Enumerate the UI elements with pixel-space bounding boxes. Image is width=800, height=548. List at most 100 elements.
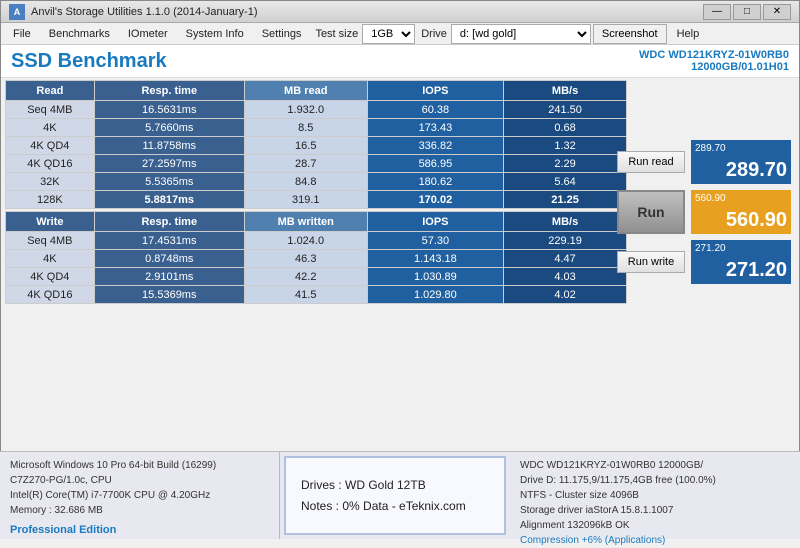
- mbwritten-col-header: MB written: [244, 212, 367, 232]
- table-row: 4K QD16 27.2597ms 28.7 586.95 2.29: [6, 155, 627, 173]
- drive-group: Drive d: [wd gold]: [421, 24, 591, 44]
- row-iops: 336.82: [367, 137, 503, 155]
- menu-iometer[interactable]: IOmeter: [120, 24, 176, 44]
- row-mbs: 4.03: [504, 268, 627, 286]
- menu-file[interactable]: File: [5, 24, 39, 44]
- row-resp: 5.7660ms: [94, 119, 244, 137]
- app-icon: A: [9, 4, 25, 20]
- close-button[interactable]: ✕: [763, 4, 791, 20]
- row-label: Seq 4MB: [6, 101, 95, 119]
- sys-cpu-model: C7Z270-PG/1.0c, CPU: [10, 473, 269, 488]
- bottom-system-info: Microsoft Windows 10 Pro 64-bit Build (1…: [0, 452, 280, 539]
- mbread-col-header: MB read: [244, 81, 367, 101]
- mbs-write-col-header: MB/s: [504, 212, 627, 232]
- iops-col-header: IOPS: [367, 81, 503, 101]
- row-mb: 41.5: [244, 286, 367, 304]
- row-resp: 0.8748ms: [94, 250, 244, 268]
- professional-label: Professional Edition: [10, 522, 269, 539]
- screenshot-button[interactable]: Screenshot: [593, 24, 667, 44]
- drive-info: WDC WD121KRYZ-01W0RB0 12000GB/01.01H01: [639, 49, 789, 73]
- run-write-button[interactable]: Run write: [617, 251, 685, 273]
- run-score-row: Run 560.90 560.90: [617, 190, 791, 234]
- row-resp: 5.8817ms: [94, 191, 244, 209]
- test-size-select[interactable]: 1GB: [362, 24, 415, 44]
- fs-info: NTFS - Cluster size 4096B: [520, 488, 790, 503]
- row-resp: 17.4531ms: [94, 232, 244, 250]
- row-resp: 11.8758ms: [94, 137, 244, 155]
- row-mb: 84.8: [244, 173, 367, 191]
- title-bar: A Anvil's Storage Utilities 1.1.0 (2014-…: [1, 1, 799, 23]
- row-mbs: 5.64: [504, 173, 627, 191]
- row-iops: 1.143.18: [367, 250, 503, 268]
- table-row: Seq 4MB 17.4531ms 1.024.0 57.30 229.19: [6, 232, 627, 250]
- window-title: Anvil's Storage Utilities 1.1.0 (2014-Ja…: [31, 6, 257, 18]
- menu-help[interactable]: Help: [669, 24, 708, 44]
- menu-benchmarks[interactable]: Benchmarks: [41, 24, 118, 44]
- row-iops: 180.62: [367, 173, 503, 191]
- menu-bar: File Benchmarks IOmeter System Info Sett…: [1, 23, 799, 45]
- alignment-info: Alignment 132096kB OK: [520, 518, 790, 533]
- drive-select[interactable]: d: [wd gold]: [451, 24, 591, 44]
- row-label: 4K: [6, 250, 95, 268]
- row-label: 4K QD4: [6, 137, 95, 155]
- scores-and-buttons-panel: Run read 289.70 289.70 Run 560.90 560.90…: [617, 80, 791, 284]
- row-resp: 2.9101ms: [94, 268, 244, 286]
- row-resp: 27.2597ms: [94, 155, 244, 173]
- row-mbs: 4.02: [504, 286, 627, 304]
- row-mbs: 4.47: [504, 250, 627, 268]
- read-table: Read Resp. time MB read IOPS MB/s Seq 4M…: [5, 80, 627, 209]
- storage-driver-info: Storage driver iaStorA 15.8.1.1007: [520, 503, 790, 518]
- row-label: 4K QD16: [6, 286, 95, 304]
- write-col-header: Write: [6, 212, 95, 232]
- row-mb: 46.3: [244, 250, 367, 268]
- read-score-box: 289.70 289.70: [691, 140, 791, 184]
- read-header-row: Read Resp. time MB read IOPS MB/s: [6, 81, 627, 101]
- row-mbs: 1.32: [504, 137, 627, 155]
- read-score-row: Run read 289.70 289.70: [617, 140, 791, 184]
- bottom-notes: Drives : WD Gold 12TB Notes : 0% Data - …: [284, 456, 506, 535]
- row-iops: 173.43: [367, 119, 503, 137]
- write-score-value: 271.20: [726, 259, 787, 282]
- table-row: 4K 5.7660ms 8.5 173.43 0.68: [6, 119, 627, 137]
- table-row: 4K QD16 15.5369ms 41.5 1.029.80 4.02: [6, 286, 627, 304]
- row-label: 4K QD16: [6, 155, 95, 173]
- total-score-label: 560.90: [695, 193, 726, 204]
- maximize-button[interactable]: □: [733, 4, 761, 20]
- drive-info-line1: WDC WD121KRYZ-01W0RB0: [639, 49, 789, 61]
- row-iops: 170.02: [367, 191, 503, 209]
- notes-text: Notes : 0% Data - eTeknix.com: [301, 496, 489, 516]
- run-read-button[interactable]: Run read: [617, 151, 685, 173]
- write-header-row: Write Resp. time MB written IOPS MB/s: [6, 212, 627, 232]
- row-iops: 1.029.80: [367, 286, 503, 304]
- row-resp: 15.5369ms: [94, 286, 244, 304]
- drive-space-info: Drive D: 11.175,9/11.175,4GB free (100.0…: [520, 473, 790, 488]
- menu-settings[interactable]: Settings: [254, 24, 310, 44]
- row-mb: 319.1: [244, 191, 367, 209]
- sys-memory: Memory : 32.686 MB: [10, 503, 269, 518]
- menu-system-info[interactable]: System Info: [178, 24, 252, 44]
- total-score-value: 560.90: [726, 209, 787, 232]
- row-mb: 28.7: [244, 155, 367, 173]
- bottom-bar: Microsoft Windows 10 Pro 64-bit Build (1…: [0, 451, 800, 539]
- compression-info: Compression +6% (Applications): [520, 533, 790, 548]
- drives-note: Drives : WD Gold 12TB: [301, 475, 489, 495]
- ssd-title: SSD Benchmark: [11, 50, 167, 73]
- row-mbs: 241.50: [504, 101, 627, 119]
- read-col-header: Read: [6, 81, 95, 101]
- read-score-label: 289.70: [695, 143, 726, 154]
- content-area: Read Resp. time MB read IOPS MB/s Seq 4M…: [1, 78, 799, 515]
- row-mbs: 0.68: [504, 119, 627, 137]
- mbs-col-header: MB/s: [504, 81, 627, 101]
- drive-model-info: WDC WD121KRYZ-01W0RB0 12000GB/: [520, 458, 790, 473]
- table-row: 32K 5.5365ms 84.8 180.62 5.64: [6, 173, 627, 191]
- minimize-button[interactable]: —: [703, 4, 731, 20]
- sys-cpu-detail: Intel(R) Core(TM) i7-7700K CPU @ 4.20GHz: [10, 488, 269, 503]
- row-mbs: 229.19: [504, 232, 627, 250]
- row-iops: 586.95: [367, 155, 503, 173]
- run-button[interactable]: Run: [617, 190, 685, 234]
- row-resp: 5.5365ms: [94, 173, 244, 191]
- row-iops: 57.30: [367, 232, 503, 250]
- write-score-label: 271.20: [695, 243, 726, 254]
- title-bar-controls: — □ ✕: [703, 4, 791, 20]
- row-label: 128K: [6, 191, 95, 209]
